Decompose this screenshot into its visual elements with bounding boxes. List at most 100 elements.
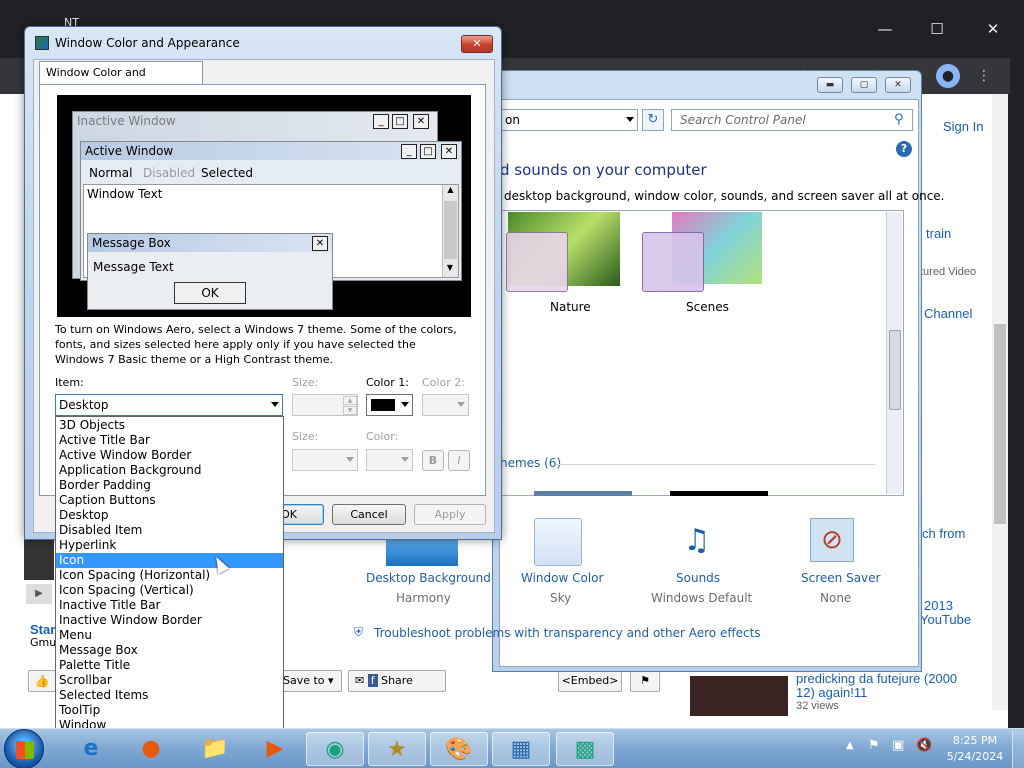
sidebar-link-youtube[interactable]: YouTube	[920, 612, 971, 627]
dropdown-option[interactable]: Active Window Border	[56, 448, 283, 463]
sidebar-link-ch-from[interactable]: ch from	[922, 526, 965, 541]
dropdown-option[interactable]: Inactive Title Bar	[56, 598, 283, 613]
show-desktop-button[interactable]	[1012, 730, 1024, 768]
dropdown-option[interactable]: Active Title Bar	[56, 433, 283, 448]
inactive-close-icon: ✕	[413, 114, 429, 129]
network-icon[interactable]: ▣	[892, 738, 904, 753]
embed-button[interactable]: <Embed>	[558, 670, 622, 692]
left-thumbnail[interactable]	[24, 540, 54, 580]
minimize-icon[interactable]: —	[862, 14, 908, 44]
address-dropdown-icon[interactable]	[626, 117, 634, 122]
maximize-icon[interactable]: ☐	[914, 14, 960, 44]
theme-scenes-label[interactable]: Scenes	[686, 300, 729, 314]
sidebar-link-2013[interactable]: 2013	[924, 598, 953, 613]
color1-picker[interactable]	[366, 394, 413, 416]
sidebar-link-channel[interactable]: Channel	[924, 306, 972, 321]
theme-nature-label[interactable]: Nature	[550, 300, 591, 314]
basic-theme-thumb-1[interactable]	[534, 491, 632, 496]
dropdown-option[interactable]: Icon	[56, 553, 283, 568]
window-color-link[interactable]: Window Color	[521, 571, 603, 585]
desktop-background-value: Harmony	[396, 591, 451, 605]
action-center-flag-icon[interactable]: ⚑	[868, 738, 880, 753]
dropdown-option[interactable]: Caption Buttons	[56, 493, 283, 508]
basic-theme-thumb-2[interactable]	[670, 491, 768, 496]
dropdown-option[interactable]: Application Background	[56, 463, 283, 478]
clock-date[interactable]: 5/24/2024	[944, 750, 1006, 763]
share-button[interactable]: ✉ f Share	[348, 670, 446, 692]
dropdown-option[interactable]: Hyperlink	[56, 538, 283, 553]
cp-close-icon[interactable]: ✕	[885, 77, 911, 93]
left-text-star[interactable]: Star	[30, 622, 55, 637]
window-color-taskbar-icon[interactable]: ▩	[556, 732, 614, 766]
dropdown-option[interactable]: Scrollbar	[56, 673, 283, 688]
window-color-icon[interactable]	[534, 518, 582, 566]
dropdown-option[interactable]: Menu	[56, 628, 283, 643]
dropdown-option[interactable]: ToolTip	[56, 703, 283, 718]
firefox-icon[interactable]: ●	[122, 732, 180, 766]
play-icon[interactable]: ▶	[26, 584, 52, 604]
cp-search-box[interactable]: Search Control Panel ⚲	[671, 109, 913, 131]
sounds-icon[interactable]: ♫	[672, 516, 722, 566]
video-thumbnail[interactable]	[690, 676, 788, 716]
screen-saver-link[interactable]: Screen Saver	[801, 571, 880, 585]
tab-window-color-appearance[interactable]: Window Color and Appearance	[39, 61, 203, 101]
dropdown-option[interactable]: Desktop	[56, 508, 283, 523]
dropdown-option[interactable]: Icon Spacing (Vertical)	[56, 583, 283, 598]
inactive-minimize-icon: _	[373, 114, 389, 129]
desktop-background-link[interactable]: Desktop Background	[366, 571, 491, 585]
item-dropdown-list[interactable]: 3D Objects Active Title Bar Active Window …	[55, 416, 284, 734]
profile-avatar-icon[interactable]: ●	[936, 64, 960, 88]
taskbar-app-circle-icon[interactable]: ◉	[306, 732, 364, 766]
dropdown-option[interactable]: Message Box	[56, 643, 283, 658]
flag-icon[interactable]: ⚑	[630, 670, 660, 692]
show-hidden-icons[interactable]: ▲	[846, 740, 854, 751]
dropdown-option[interactable]: 3D Objects	[56, 418, 283, 433]
dropdown-option[interactable]: Icon Spacing (Horizontal)	[56, 568, 283, 583]
cp-maximize-icon[interactable]: ▢	[851, 77, 877, 93]
file-explorer-icon[interactable]: 📁	[186, 732, 244, 766]
like-icon[interactable]: 👍	[28, 670, 56, 692]
internet-explorer-icon[interactable]: e	[62, 732, 120, 766]
basic-themes-link[interactable]: hemes (6)	[500, 456, 561, 470]
screen-saver-icon[interactable]: ⊘	[810, 518, 854, 562]
dialog-close-button[interactable]: ✕	[461, 35, 493, 53]
volume-muted-icon[interactable]: 🔇	[916, 738, 932, 753]
search-icon[interactable]: ⚲	[894, 112, 904, 127]
dropdown-option[interactable]: Disabled Item	[56, 523, 283, 538]
sounds-link[interactable]: Sounds	[676, 571, 720, 585]
close-icon: ✕	[472, 37, 482, 50]
browser-scrollbar[interactable]	[992, 94, 1008, 710]
cp-minimize-icon[interactable]: ▬	[817, 77, 843, 93]
clock-time[interactable]: 8:25 PM	[952, 734, 998, 747]
dropdown-option[interactable]: Border Padding	[56, 478, 283, 493]
nature-theme-preview[interactable]	[506, 232, 568, 292]
related-video-title[interactable]: predicking da futejure (2000 12) again!1…	[796, 672, 976, 700]
cp-address-bar[interactable]: on	[500, 109, 638, 131]
sign-in-link[interactable]: Sign In	[943, 119, 983, 134]
dialog-title: Window Color and Appearance	[55, 36, 240, 50]
cancel-button[interactable]: Cancel	[332, 504, 406, 525]
menu-disabled: Disabled	[143, 166, 196, 180]
desktop-background-icon[interactable]	[386, 536, 458, 566]
dropdown-option[interactable]: Palette Title	[56, 658, 283, 673]
dropdown-option[interactable]: Inactive Window Border	[56, 613, 283, 628]
cp-search-input[interactable]: Search Control Panel	[680, 113, 806, 127]
troubleshoot-link[interactable]: Troubleshoot problems with transparency …	[374, 626, 761, 640]
help-icon[interactable]: ?	[896, 141, 912, 157]
start-button[interactable]	[4, 729, 44, 768]
paint-icon[interactable]: 🎨	[430, 732, 488, 766]
close-icon[interactable]: ✕	[970, 14, 1016, 44]
scenes-theme-preview[interactable]	[642, 232, 704, 292]
themes-scrollbar[interactable]	[886, 212, 902, 494]
control-panel-icon[interactable]: ▦	[492, 732, 550, 766]
save-to-button[interactable]: Save to ▾	[280, 670, 342, 692]
item-select[interactable]: Desktop	[55, 394, 283, 416]
taskbar-app-bee-icon[interactable]: ★	[368, 732, 426, 766]
menu-kebab-icon[interactable]: ⋮	[972, 64, 996, 88]
aero-info-text: To turn on Windows Aero, select a Window…	[55, 323, 457, 366]
refresh-icon[interactable]: ↻	[642, 109, 664, 131]
media-player-icon[interactable]: ▶	[246, 732, 304, 766]
sidebar-link-train[interactable]: train	[926, 226, 951, 241]
message-text: Message Text	[93, 260, 174, 274]
dropdown-option[interactable]: Selected Items	[56, 688, 283, 703]
